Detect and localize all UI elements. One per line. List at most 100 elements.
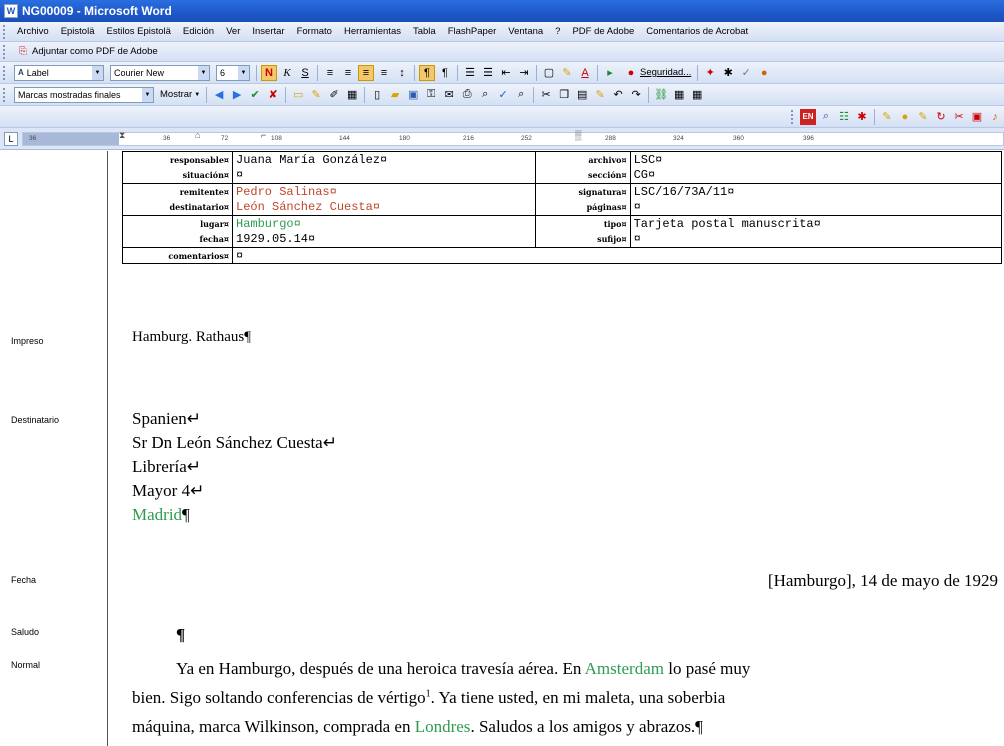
horizontal-ruler[interactable]: L 36 ⧗ 36 ⌂ 72 ⌐ 108 144 180 216 252 ▒ 2… bbox=[0, 128, 1004, 150]
menu-herramientas[interactable]: Herramientas bbox=[344, 26, 401, 37]
custom-tool-4-icon[interactable]: ✱ bbox=[854, 109, 870, 125]
custom-tool-2-icon[interactable]: ⌕ bbox=[818, 109, 834, 125]
destinatario-line-4[interactable]: Mayor 4↵ bbox=[132, 481, 204, 501]
destinatario-line-3[interactable]: Librería↵ bbox=[132, 457, 201, 477]
tab-stop-marker-icon[interactable]: ⌐ bbox=[261, 130, 266, 140]
destinatario-value[interactable]: León Sánchez Cuesta¤ bbox=[232, 199, 536, 216]
normal-paragraph-line-3[interactable]: máquina, marca Wilkinson, comprada en Lo… bbox=[132, 717, 703, 737]
hanging-indent-marker-icon[interactable]: ⌂ bbox=[195, 130, 200, 140]
place-name[interactable]: Amsterdam bbox=[585, 659, 664, 678]
redo-icon[interactable]: ↷ bbox=[628, 87, 644, 103]
document-page[interactable]: responsable¤ Juana María González¤ archi… bbox=[110, 151, 1004, 746]
destinatario-city[interactable]: Madrid bbox=[132, 505, 182, 524]
toolbar-grip[interactable] bbox=[3, 87, 7, 102]
align-center-icon[interactable]: ≡ bbox=[340, 65, 356, 81]
tables-borders-icon[interactable]: ▦ bbox=[671, 87, 687, 103]
menu-ventana[interactable]: Ventana bbox=[508, 26, 543, 37]
normal-paragraph-line-2[interactable]: bien. Sigo soltando conferencias de vért… bbox=[132, 688, 725, 708]
menu-flashpaper[interactable]: FlashPaper bbox=[448, 26, 497, 37]
place-name[interactable]: Londres bbox=[415, 717, 471, 736]
destinatario-line-5[interactable]: Madrid¶ bbox=[132, 505, 190, 525]
insert-table-icon[interactable]: ▦ bbox=[689, 87, 705, 103]
menu-archivo[interactable]: Archivo bbox=[17, 26, 49, 37]
destinatario-line-2[interactable]: Sr Dn León Sánchez Cuesta↵ bbox=[132, 433, 337, 453]
accept-change-icon[interactable]: ✔ bbox=[247, 87, 263, 103]
highlight-icon[interactable]: ✎ bbox=[559, 65, 575, 81]
italic-icon[interactable]: K bbox=[279, 65, 295, 81]
style-label-impreso[interactable]: Impreso bbox=[11, 336, 44, 346]
destinatario-line-1[interactable]: Spanien↵ bbox=[132, 409, 201, 429]
paginas-value[interactable]: ¤ bbox=[629, 199, 1003, 216]
tipo-value[interactable]: Tarjeta postal manuscrita¤ bbox=[629, 215, 1003, 232]
custom-tool-10-icon[interactable]: ▣ bbox=[969, 109, 985, 125]
menu-tabla[interactable]: Tabla bbox=[413, 26, 436, 37]
justify-icon[interactable]: ≡ bbox=[376, 65, 392, 81]
style-label-saludo[interactable]: Saludo bbox=[11, 627, 39, 637]
reject-change-icon[interactable]: ✘ bbox=[265, 87, 281, 103]
spelling-icon[interactable]: ✓ bbox=[495, 87, 511, 103]
paste-icon[interactable]: ▤ bbox=[574, 87, 590, 103]
undo-icon[interactable]: ↶ bbox=[610, 87, 626, 103]
markup-display-select[interactable]: Marcas mostradas finales ▼ bbox=[14, 86, 154, 103]
menu-pdf-adobe[interactable]: PDF de Adobe bbox=[572, 26, 634, 37]
menu-estilos-epistola[interactable]: Estilos Epistolä bbox=[107, 26, 171, 37]
ruler-strip[interactable]: 36 ⧗ 36 ⌂ 72 ⌐ 108 144 180 216 252 ▒ 288… bbox=[22, 130, 1004, 146]
responsable-value[interactable]: Juana María González¤ bbox=[232, 151, 536, 168]
menu-ver[interactable]: Ver bbox=[226, 26, 240, 37]
decrease-indent-icon[interactable]: ⇤ bbox=[498, 65, 514, 81]
comentarios-value[interactable]: ¤ bbox=[232, 247, 1002, 264]
numbered-list-icon[interactable]: ☰ bbox=[462, 65, 478, 81]
highlight-icon[interactable]: ✎ bbox=[308, 87, 324, 103]
menu-formato[interactable]: Formato bbox=[297, 26, 332, 37]
custom-tool-7-icon[interactable]: ✎ bbox=[915, 109, 931, 125]
font-size-select[interactable]: 6 ▼ bbox=[216, 64, 250, 81]
print-icon[interactable]: ⎙ bbox=[459, 87, 475, 103]
normal-paragraph-line-1[interactable]: Ya en Hamburgo, después de una heroica t… bbox=[176, 659, 750, 679]
menu-edicion[interactable]: Edición bbox=[183, 26, 214, 37]
style-label-destinatario[interactable]: Destinatario bbox=[11, 415, 59, 425]
play-icon[interactable]: ▸ bbox=[602, 65, 618, 81]
font-select[interactable]: Courier New ▼ bbox=[110, 64, 210, 81]
column-marker-icon[interactable]: ▒ bbox=[575, 130, 581, 140]
track-changes-icon[interactable]: ✐ bbox=[326, 87, 342, 103]
permission-icon[interactable]: ⚿ bbox=[423, 87, 439, 103]
increase-indent-icon[interactable]: ⇥ bbox=[516, 65, 532, 81]
situacion-value[interactable]: ¤ bbox=[232, 167, 536, 184]
show-button[interactable]: Mostrar ▼ bbox=[158, 87, 202, 103]
remitente-value[interactable]: Pedro Salinas¤ bbox=[232, 183, 536, 200]
security-button[interactable]: ● Seguridad... bbox=[620, 65, 693, 81]
previous-change-icon[interactable]: ◀ bbox=[211, 87, 227, 103]
macro-icon[interactable]: ✦ bbox=[702, 65, 718, 81]
custom-tool-11-icon[interactable]: ♪ bbox=[987, 109, 1003, 125]
style-select[interactable]: A Label ▼ bbox=[14, 64, 104, 81]
copy-icon[interactable]: ❐ bbox=[556, 87, 572, 103]
reviewing-pane-icon[interactable]: ▦ bbox=[344, 87, 360, 103]
bold-icon[interactable]: N bbox=[261, 64, 277, 81]
indent-marker-icon[interactable]: ⧗ bbox=[119, 130, 125, 141]
comment-icon[interactable]: ▭ bbox=[290, 87, 306, 103]
ltr-paragraph-icon[interactable]: ¶ bbox=[419, 64, 435, 81]
borders-icon[interactable]: ▢ bbox=[541, 65, 557, 81]
extra-icon[interactable]: ● bbox=[756, 65, 772, 81]
signatura-value[interactable]: LSC/16/73A/11¤ bbox=[629, 183, 1003, 200]
style-label-normal[interactable]: Normal bbox=[11, 660, 40, 670]
underline-icon[interactable]: S bbox=[297, 65, 313, 81]
new-document-icon[interactable]: ▯ bbox=[369, 87, 385, 103]
hyperlink-icon[interactable]: ⛓ bbox=[653, 87, 669, 103]
toolbar-grip[interactable] bbox=[3, 44, 7, 59]
open-icon[interactable]: ▰ bbox=[387, 87, 403, 103]
fecha-paragraph[interactable]: [Hamburgo], 14 de mayo de 1929 bbox=[768, 571, 998, 591]
style-label-fecha[interactable]: Fecha bbox=[11, 575, 36, 585]
bullet-list-icon[interactable]: ☰ bbox=[480, 65, 496, 81]
archivo-value[interactable]: LSC¤ bbox=[629, 151, 1003, 168]
sufijo-value[interactable]: ¤ bbox=[629, 231, 1003, 248]
toolbar-grip[interactable] bbox=[791, 109, 795, 124]
custom-tool-6-icon[interactable]: ● bbox=[897, 109, 913, 125]
save-icon[interactable]: ▣ bbox=[405, 87, 421, 103]
lugar-value[interactable]: Hamburgo¤ bbox=[232, 215, 536, 232]
fecha-value[interactable]: 1929.05.14¤ bbox=[232, 231, 536, 248]
cut-icon[interactable]: ✂ bbox=[538, 87, 554, 103]
next-change-icon[interactable]: ▶ bbox=[229, 87, 245, 103]
email-icon[interactable]: ✉ bbox=[441, 87, 457, 103]
saludo-paragraph[interactable]: ¶ bbox=[176, 625, 185, 645]
